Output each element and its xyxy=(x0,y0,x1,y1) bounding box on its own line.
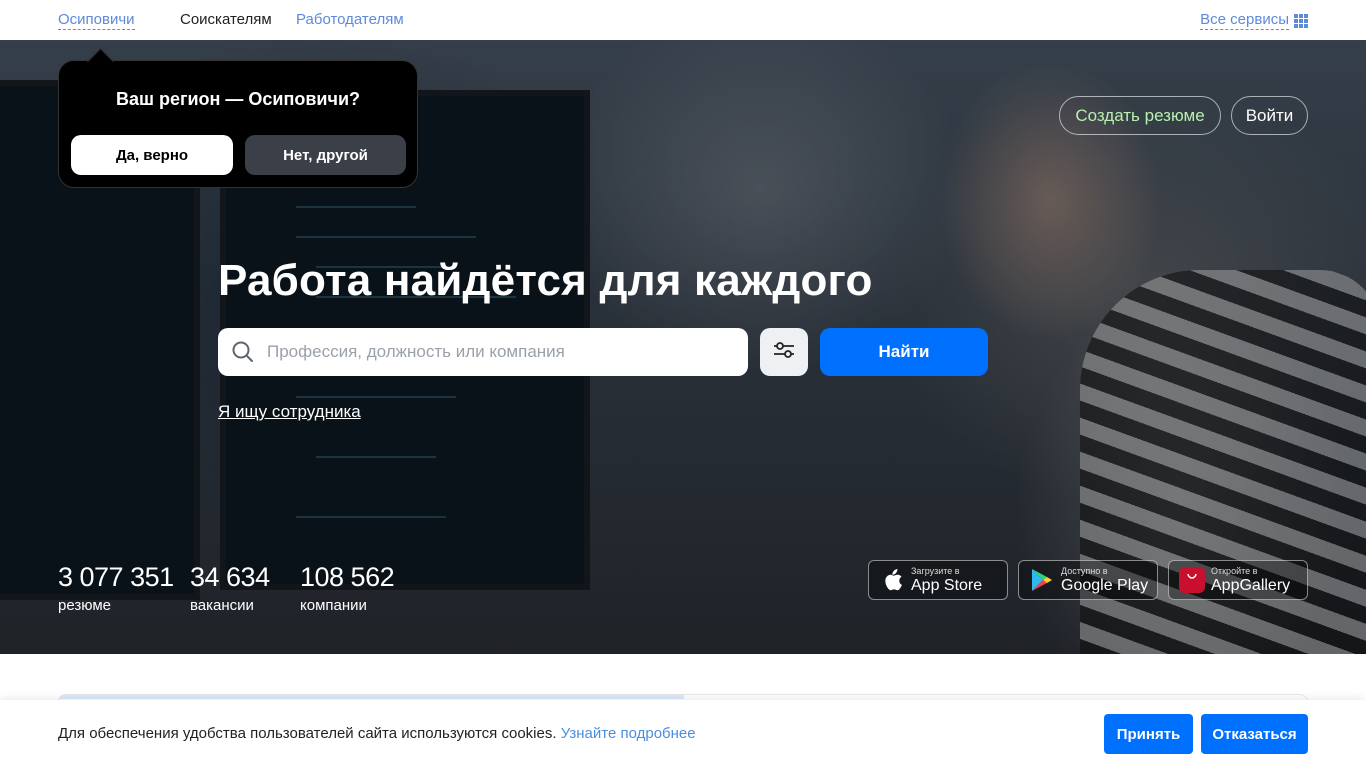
search-input[interactable] xyxy=(267,342,727,362)
nav-seekers[interactable]: Соискателям xyxy=(180,11,272,28)
cookie-text: Для обеспечения удобства пользователей с… xyxy=(58,725,557,742)
stat-resumes: 3 077 351 резюме xyxy=(58,562,174,614)
appgallery-badge[interactable]: Откройте в AppGallery xyxy=(1168,560,1308,600)
apple-icon xyxy=(879,567,905,593)
employer-link[interactable]: Я ищу сотрудника xyxy=(218,402,361,422)
badge-big-text: App Store xyxy=(911,576,983,594)
region-question: Ваш регион — Осиповичи? xyxy=(115,89,361,109)
search-icon xyxy=(231,340,255,364)
login-button[interactable]: Войти xyxy=(1231,96,1308,135)
nav-employers[interactable]: Работодателям xyxy=(296,11,404,28)
all-services-label: Все сервисы xyxy=(1200,11,1289,30)
stat-value: 108 562 xyxy=(300,562,395,592)
create-resume-button[interactable]: Создать резюме xyxy=(1059,96,1221,135)
stat-value: 3 077 351 xyxy=(58,562,174,592)
google-play-icon xyxy=(1029,567,1055,593)
all-services-link[interactable]: Все сервисы xyxy=(1200,11,1308,30)
cookie-banner: Для обеспечения удобства пользователей с… xyxy=(0,700,1366,768)
stat-label: компании xyxy=(300,597,367,614)
app-store-badge[interactable]: Загрузите в App Store xyxy=(868,560,1008,600)
cookie-text-container: Для обеспечения удобства пользователей с… xyxy=(58,725,696,742)
section-highlight xyxy=(59,695,684,699)
stat-value: 34 634 xyxy=(190,562,270,592)
badge-small-text: Загрузите в xyxy=(911,565,960,576)
stat-label: резюме xyxy=(58,597,111,614)
top-navigation: Осиповичи Соискателям Работодателям Все … xyxy=(0,0,1366,40)
hero-title: Работа найдётся для каждого xyxy=(218,256,873,305)
region-no-button[interactable]: Нет, другой xyxy=(245,135,406,175)
city-selector[interactable]: Осиповичи xyxy=(58,11,135,30)
find-button[interactable]: Найти xyxy=(820,328,988,376)
badge-small-text: Доступно в xyxy=(1061,565,1108,576)
huawei-icon xyxy=(1179,567,1205,593)
stat-label: вакансии xyxy=(190,597,254,614)
badge-small-text: Откройте в xyxy=(1211,565,1258,576)
google-play-badge[interactable]: Доступно в Google Play xyxy=(1018,560,1158,600)
region-yes-button[interactable]: Да, верно xyxy=(71,135,233,175)
badge-big-text: Google Play xyxy=(1061,576,1149,594)
search-box xyxy=(218,328,748,376)
region-confirm-popup: Ваш регион — Осиповичи? Да, верно Нет, д… xyxy=(58,60,418,188)
advanced-search-button[interactable] xyxy=(760,328,808,376)
cookie-decline-button[interactable]: Отказаться xyxy=(1201,714,1308,754)
badge-big-text: AppGallery xyxy=(1211,576,1291,594)
grid-icon xyxy=(1294,13,1308,28)
filter-sliders-icon xyxy=(772,338,796,367)
cookie-accept-button[interactable]: Принять xyxy=(1104,714,1193,754)
cookie-learn-more-link[interactable]: Узнайте подробнее xyxy=(561,725,696,742)
stat-companies: 108 562 компании xyxy=(300,562,395,614)
stat-vacancies: 34 634 вакансии xyxy=(190,562,270,614)
